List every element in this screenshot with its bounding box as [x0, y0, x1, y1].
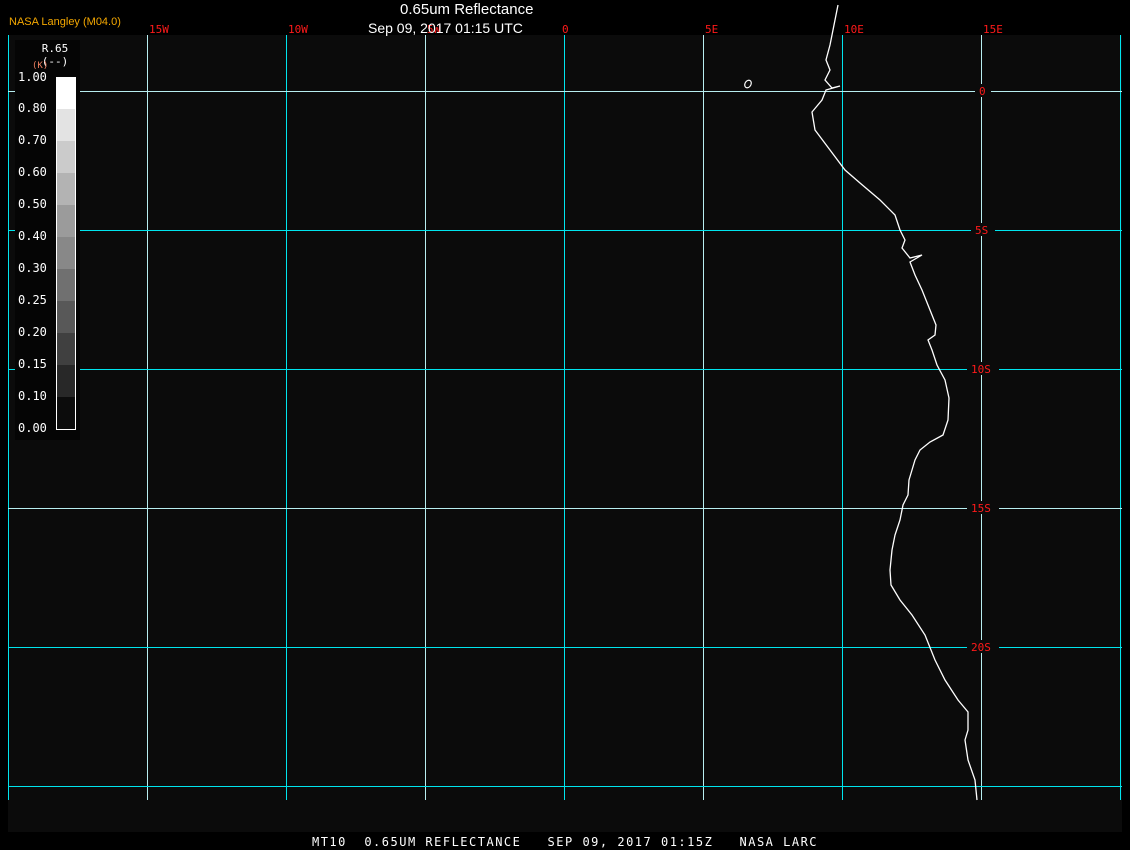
- map-canvas: 15W 10W 5W 0 5E 10E 15E05S10S15S20S: [8, 4, 1122, 832]
- legend-bar-border: [56, 77, 76, 430]
- brand-label: NASA Langley (M04.0): [9, 16, 121, 28]
- latitude-label: 20S: [971, 641, 991, 654]
- legend-label: 0.00: [18, 421, 47, 435]
- map-title: 0.65um Reflectance: [400, 1, 534, 18]
- longitude-label: 10E: [844, 23, 864, 36]
- legend-variable: R.65: [41, 42, 69, 55]
- longitude-label: 0: [562, 23, 569, 36]
- footer-caption: MT10 0.65UM REFLECTANCE SEP 09, 2017 01:…: [311, 835, 819, 849]
- legend-label: 0.40: [18, 229, 47, 243]
- latitude-label: 5S: [975, 224, 988, 237]
- map-timestamp: Sep 09, 2017 01:15 UTC: [368, 20, 523, 36]
- legend-label: 0.30: [18, 261, 47, 275]
- latitude-label: 10S: [971, 363, 991, 376]
- legend-label: 0.15: [18, 357, 47, 371]
- latitude-label: 0: [979, 85, 986, 98]
- longitude-label: 5E: [705, 23, 718, 36]
- legend-label: 0.80: [18, 101, 47, 115]
- legend-label: 1.00: [18, 70, 47, 84]
- longitude-label: 10W: [288, 23, 308, 36]
- legend-label: 0.70: [18, 133, 47, 147]
- longitude-label: 15E: [983, 23, 1003, 36]
- legend-label: 0.20: [18, 325, 47, 339]
- latitude-label: 15S: [971, 502, 991, 515]
- legend-label: 0.60: [18, 165, 47, 179]
- legend-label: 0.25: [18, 293, 47, 307]
- legend-label: 0.10: [18, 389, 47, 403]
- legend-label: 0.50: [18, 197, 47, 211]
- longitude-label: 15W: [149, 23, 169, 36]
